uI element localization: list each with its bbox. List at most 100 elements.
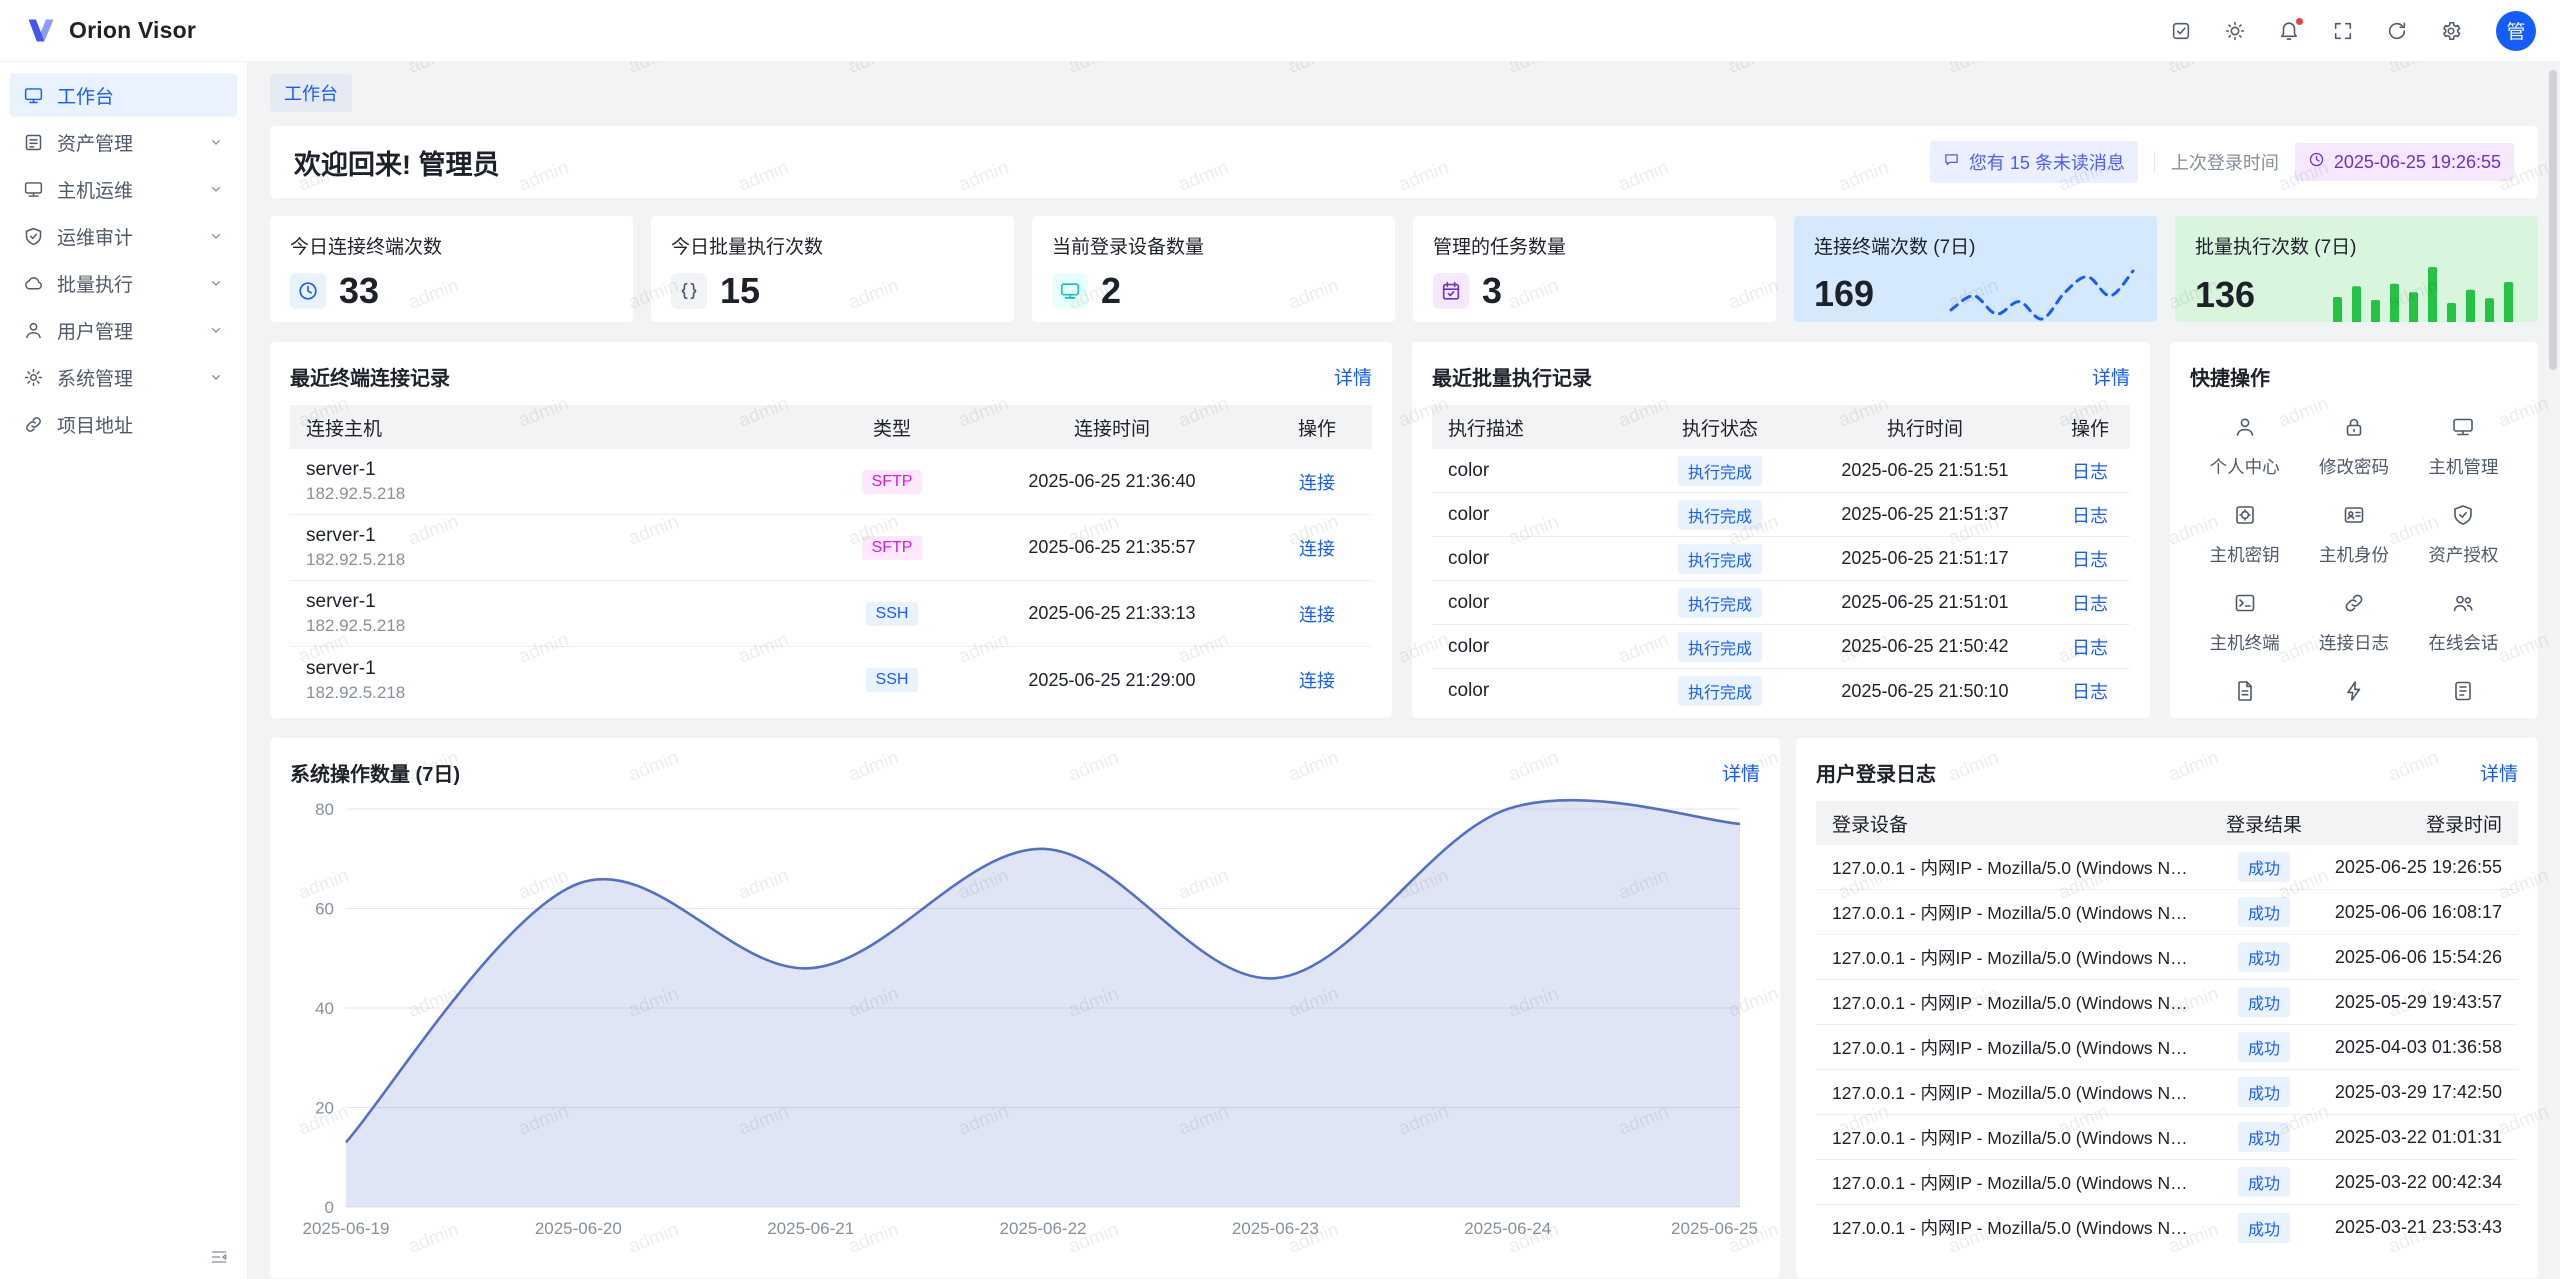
batch-record-row: color执行完成2025-06-25 21:51:01日志 bbox=[1432, 581, 2130, 625]
batch-icon bbox=[23, 273, 44, 294]
sidebar-item-host-ops[interactable]: 主机运维 bbox=[10, 167, 237, 211]
login-logs-table: 登录设备登录结果登录时间 127.0.0.1 - 内网IP - Mozilla/5… bbox=[1816, 801, 2518, 1250]
batch-record-row: color执行完成2025-06-25 21:51:37日志 bbox=[1432, 493, 2130, 537]
quick-action-host-identity[interactable]: 主机身份 bbox=[2299, 503, 2408, 567]
table-header-row: 登录设备登录结果登录时间 bbox=[1816, 801, 2518, 845]
bolt-icon bbox=[2342, 679, 2366, 708]
log-link[interactable]: 日志 bbox=[2072, 506, 2108, 526]
log-link[interactable]: 日志 bbox=[2072, 594, 2108, 614]
batch-records-table: 执行描述执行状态执行时间操作color执行完成2025-06-25 21:51:… bbox=[1432, 405, 2130, 713]
log-link[interactable]: 日志 bbox=[2072, 638, 2108, 658]
exec-description: color bbox=[1432, 548, 1640, 570]
middle-row: 最近终端连接记录 详情 连接主机类型连接时间操作server-1182.92.5… bbox=[270, 342, 2538, 718]
exec-time: 2025-06-25 21:51:37 bbox=[1800, 504, 2050, 525]
app-logo[interactable]: Orion Visor bbox=[24, 14, 196, 47]
theme-icon[interactable] bbox=[2224, 20, 2246, 42]
quick-action-personal-center[interactable]: 个人中心 bbox=[2190, 415, 2299, 479]
quick-action-label: 连接日志 bbox=[2319, 630, 2389, 655]
exec-time: 2025-06-25 21:50:10 bbox=[1800, 681, 2050, 702]
quick-action-host-terminal[interactable]: 主机终端 bbox=[2190, 591, 2299, 655]
unread-messages-text: 您有 15 条未读消息 bbox=[1969, 149, 2125, 175]
chevron-down-icon bbox=[208, 322, 224, 338]
login-log-row: 127.0.0.1 - 内网IP - Mozilla/5.0 (Windows … bbox=[1816, 1070, 2518, 1115]
login-log-row: 127.0.0.1 - 内网IP - Mozilla/5.0 (Windows … bbox=[1816, 1205, 2518, 1250]
sidebar-item-batch[interactable]: 批量执行 bbox=[10, 261, 237, 305]
quick-action-exec-log[interactable]: 执行日志 bbox=[2409, 679, 2518, 718]
log-link[interactable]: 日志 bbox=[2072, 550, 2108, 570]
login-logs-detail-link[interactable]: 详情 bbox=[2480, 759, 2518, 786]
quick-action-connect-log[interactable]: 连接日志 bbox=[2299, 591, 2408, 655]
welcome-title: 欢迎回来! 管理员 bbox=[294, 143, 500, 182]
login-device: 127.0.0.1 - 内网IP - Mozilla/5.0 (Windows … bbox=[1816, 900, 2206, 925]
lock-icon bbox=[2342, 415, 2366, 444]
login-device: 127.0.0.1 - 内网IP - Mozilla/5.0 (Windows … bbox=[1816, 855, 2206, 880]
sidebar-item-audit[interactable]: 运维审计 bbox=[10, 214, 237, 258]
connect-link[interactable]: 连接 bbox=[1299, 671, 1335, 691]
terminal-records-detail-link[interactable]: 详情 bbox=[1334, 363, 1372, 390]
host-name: server-1 bbox=[306, 525, 806, 547]
sidebar-collapse-button[interactable] bbox=[209, 1247, 229, 1267]
quick-action-command-exec[interactable]: 命令执行 bbox=[2299, 679, 2408, 718]
login-log-row: 127.0.0.1 - 内网IP - Mozilla/5.0 (Windows … bbox=[1816, 935, 2518, 980]
quick-actions-card: 快捷操作 个人中心修改密码主机管理主机密钥主机身份资产授权主机终端连接日志在线会… bbox=[2170, 342, 2538, 718]
login-result-badge: 成功 bbox=[2238, 1032, 2290, 1062]
last-login-label: 上次登录时间 bbox=[2171, 149, 2279, 175]
sidebar-item-project[interactable]: 项目地址 bbox=[10, 402, 237, 446]
connect-link[interactable]: 连接 bbox=[1299, 473, 1335, 493]
connect-time: 2025-06-25 21:29:00 bbox=[962, 670, 1262, 691]
sidebar-item-system[interactable]: 系统管理 bbox=[10, 355, 237, 399]
login-time: 2025-06-25 19:26:55 bbox=[2322, 857, 2518, 878]
quick-action-asset-auth[interactable]: 资产授权 bbox=[2409, 503, 2518, 567]
stat-value: 15 bbox=[720, 270, 760, 312]
connect-link[interactable]: 连接 bbox=[1299, 539, 1335, 559]
quick-action-online-session[interactable]: 在线会话 bbox=[2409, 591, 2518, 655]
exec-status-badge: 执行完成 bbox=[1678, 544, 1762, 574]
batch-records-detail-link[interactable]: 详情 bbox=[2092, 363, 2130, 390]
stat-label: 当前登录设备数量 bbox=[1052, 232, 1375, 259]
login-device: 127.0.0.1 - 内网IP - Mozilla/5.0 (Windows … bbox=[1816, 1170, 2206, 1195]
sidebar-item-user[interactable]: 用户管理 bbox=[10, 308, 237, 352]
quick-action-host-manage[interactable]: 主机管理 bbox=[2409, 415, 2518, 479]
login-result-badge: 成功 bbox=[2238, 1122, 2290, 1152]
quick-action-file-op-log[interactable]: 文件操作日志 bbox=[2190, 679, 2299, 718]
log-link[interactable]: 日志 bbox=[2072, 462, 2108, 482]
system-chart-detail-link[interactable]: 详情 bbox=[1722, 759, 1760, 786]
quick-action-label: 个人中心 bbox=[2210, 454, 2280, 479]
sidebar-item-workbench[interactable]: 工作台 bbox=[10, 73, 237, 117]
batch-exec-bars bbox=[2328, 263, 2518, 322]
login-log-row: 127.0.0.1 - 内网IP - Mozilla/5.0 (Windows … bbox=[1816, 1115, 2518, 1160]
terminal-record-row: server-1182.92.5.218SSH2025-06-25 21:29:… bbox=[290, 647, 1372, 713]
settings-icon[interactable] bbox=[2440, 20, 2462, 42]
batch-record-row: color执行完成2025-06-25 21:50:42日志 bbox=[1432, 625, 2130, 669]
user-avatar[interactable]: 管 bbox=[2496, 11, 2536, 51]
sidebar-item-label: 运维审计 bbox=[57, 223, 133, 250]
login-device: 127.0.0.1 - 内网IP - Mozilla/5.0 (Windows … bbox=[1816, 1215, 2206, 1240]
scrollbar-thumb[interactable] bbox=[2549, 70, 2557, 370]
refresh-icon[interactable] bbox=[2386, 20, 2408, 42]
user-icon bbox=[23, 320, 44, 341]
exec-description: color bbox=[1432, 636, 1640, 658]
sidebar-item-asset[interactable]: 资产管理 bbox=[10, 120, 237, 164]
svg-text:2025-06-24: 2025-06-24 bbox=[1464, 1219, 1551, 1238]
breadcrumb-item-workbench[interactable]: 工作台 bbox=[270, 74, 352, 112]
connect-time: 2025-06-25 21:36:40 bbox=[962, 471, 1262, 492]
quick-action-change-password[interactable]: 修改密码 bbox=[2299, 415, 2408, 479]
batch-record-row: color执行完成2025-06-25 21:51:17日志 bbox=[1432, 537, 2130, 581]
connect-link[interactable]: 连接 bbox=[1299, 605, 1335, 625]
login-device: 127.0.0.1 - 内网IP - Mozilla/5.0 (Windows … bbox=[1816, 945, 2206, 970]
login-log-row: 127.0.0.1 - 内网IP - Mozilla/5.0 (Windows … bbox=[1816, 1160, 2518, 1205]
batch-record-row: color执行完成2025-06-25 21:50:10日志 bbox=[1432, 669, 2130, 713]
fullscreen-icon[interactable] bbox=[2332, 20, 2354, 42]
login-device: 127.0.0.1 - 内网IP - Mozilla/5.0 (Windows … bbox=[1816, 990, 2206, 1015]
stat-card-login-devices: 当前登录设备数量2 bbox=[1032, 216, 1395, 322]
notifications-icon[interactable] bbox=[2278, 20, 2300, 42]
bottom-row: 系统操作数量 (7日) 详情 0204060802025-06-192025-0… bbox=[270, 738, 2538, 1278]
login-time: 2025-06-06 15:54:26 bbox=[2322, 947, 2518, 968]
skin-icon[interactable] bbox=[2170, 20, 2192, 42]
quick-action-host-key[interactable]: 主机密钥 bbox=[2190, 503, 2299, 567]
unread-messages-chip[interactable]: 您有 15 条未读消息 bbox=[1930, 141, 2138, 183]
stat-card-today-terminal: 今日连接终端次数33 bbox=[270, 216, 633, 322]
chevron-down-icon bbox=[208, 369, 224, 385]
exec-description: color bbox=[1432, 504, 1640, 526]
log-link[interactable]: 日志 bbox=[2072, 682, 2108, 702]
